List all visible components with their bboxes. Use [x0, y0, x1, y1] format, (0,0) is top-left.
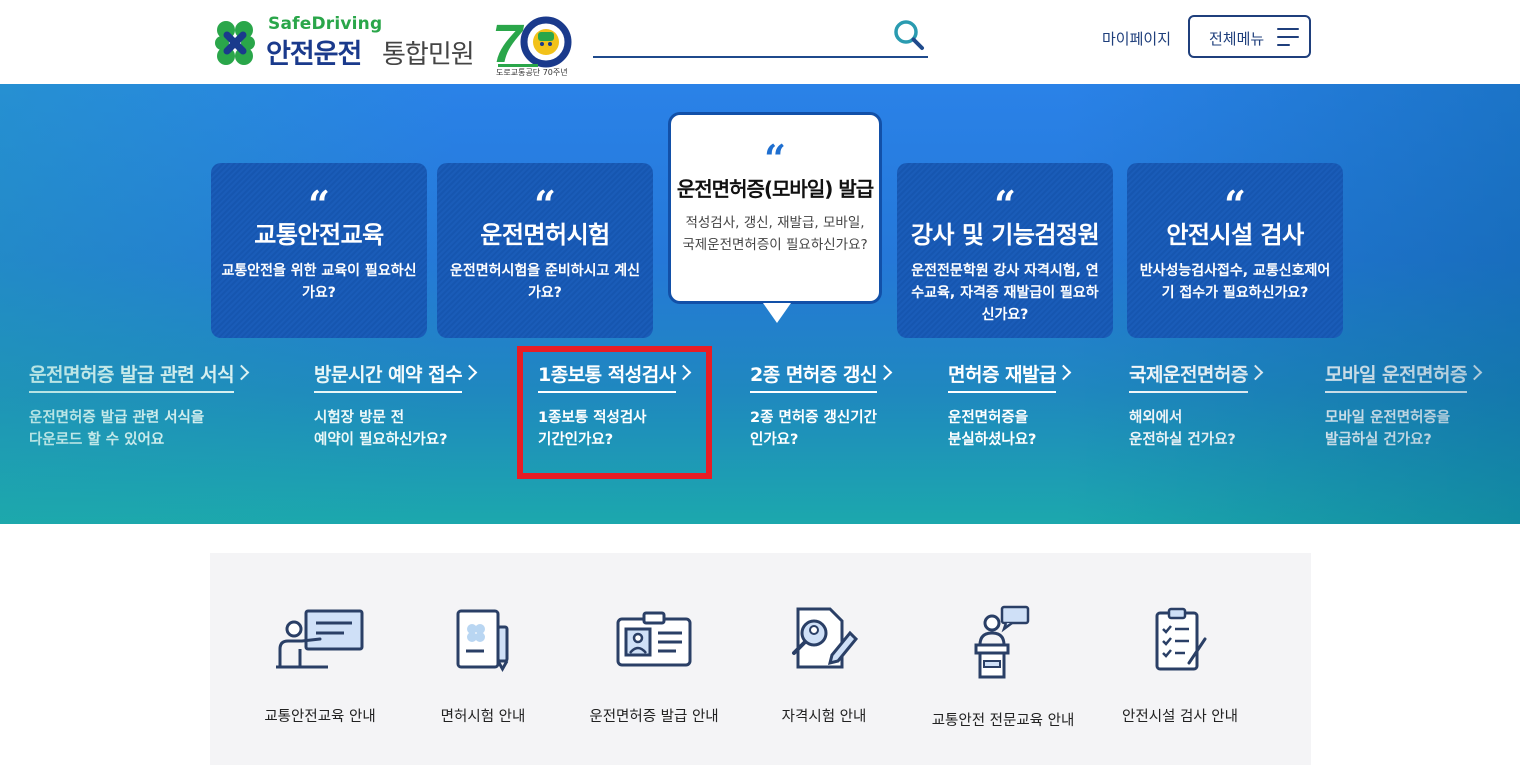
card-title: 교통안전교육: [254, 221, 384, 249]
logo-subtitle: SafeDriving: [268, 14, 383, 34]
chevron-right-icon: [1055, 364, 1072, 381]
service-guide-section: 교통안전교육 안내 면허시험 안내 운전면허증 발급 안내 자격시험 안내 교통…: [210, 553, 1311, 765]
chevron-right-icon: [233, 364, 250, 381]
link-desc-line1: 해외에서: [1129, 410, 1183, 426]
quote-icon: “: [994, 182, 1016, 227]
link-desc-line2: 인가요?: [750, 432, 799, 448]
service-label: 면허시험 안내: [440, 709, 526, 725]
site-header: SafeDriving 안전운전 통합민원 7 도로교통공단 70주년 마이페이…: [0, 0, 1520, 84]
all-menu-button[interactable]: 전체메뉴: [1188, 15, 1311, 58]
service-label: 교통안전 전문교육 안내: [931, 713, 1075, 729]
link-desc-line1: 1종보통 적성검사: [538, 410, 647, 426]
service-label: 안전시설 검사 안내: [1122, 709, 1238, 725]
quote-icon: “: [1224, 182, 1246, 227]
link-desc-line2: 다운로드 할 수 있어요: [29, 432, 165, 448]
card-driver-license-exam[interactable]: “ 운전면허시험 운전면허시험을 준비하시고 계신가요?: [437, 163, 653, 338]
link-desc-line1: 모바일 운전면허증을: [1325, 410, 1451, 426]
link-desc-line1: 2종 면허증 갱신기간: [750, 410, 877, 426]
search-input[interactable]: [593, 20, 878, 50]
hero-section: “ 교통안전교육 교통안전을 위한 교육이 필요하신가요? “ 운전면허시험 운…: [0, 84, 1520, 524]
card-title: 운전면허증(모바일) 발급: [676, 177, 874, 201]
clipboard-checklist-icon: [1155, 607, 1207, 671]
service-license-issuance-guide[interactable]: 운전면허증 발급 안내: [564, 605, 744, 726]
site-logo[interactable]: SafeDriving 안전운전 통합민원 7 도로교통공단 70주년: [210, 12, 580, 78]
all-menu-label: 전체메뉴: [1209, 30, 1265, 48]
service-facility-inspection-guide[interactable]: 안전시설 검사 안내: [1090, 605, 1270, 726]
service-license-exam-guide[interactable]: 면허시험 안내: [393, 605, 573, 726]
link-desc-line2: 발급하실 건가요?: [1325, 432, 1432, 448]
service-label: 자격시험 안내: [781, 709, 867, 725]
quote-icon: “: [764, 136, 786, 181]
link-title: 2종 면허증 갱신: [750, 360, 877, 393]
link-mobile-license[interactable]: 모바일 운전면허증 모바일 운전면허증을 발급하실 건가요?: [1325, 360, 1483, 451]
link-class2-renewal[interactable]: 2종 면허증 갱신 2종 면허증 갱신기간 인가요?: [750, 360, 893, 451]
link-license-reissue[interactable]: 면허증 재발급 운전면허증을 분실하셨나요?: [948, 360, 1072, 451]
logo-title-2: 통합민원: [382, 40, 475, 70]
card-title: 안전시설 검사: [1166, 221, 1304, 249]
chevron-right-icon: [461, 364, 478, 381]
link-title: 1종보통 적성검사: [538, 360, 676, 393]
link-desc-line2: 분실하셨나요?: [948, 432, 1037, 448]
link-title: 방문시간 예약 접수: [314, 360, 463, 393]
service-label: 운전면허증 발급 안내: [589, 709, 719, 725]
card-traffic-safety-education[interactable]: “ 교통안전교육 교통안전을 위한 교육이 필요하신가요?: [211, 163, 427, 338]
link-title: 면허증 재발급: [948, 360, 1057, 393]
hamburger-icon: [1277, 27, 1299, 47]
chevron-right-icon: [1466, 364, 1483, 381]
card-description: 교통안전을 위한 교육이 필요하신가요?: [221, 263, 417, 301]
search-bar[interactable]: [593, 14, 928, 58]
chevron-right-icon: [675, 364, 691, 381]
mypage-link[interactable]: 마이페이지: [1102, 28, 1171, 49]
card-description: 적성검사, 갱신, 재발급, 모바일, 국제운전면허증이 필요하신가요?: [682, 215, 868, 253]
card-safety-facility-inspection[interactable]: “ 안전시설 검사 반사성능검사접수, 교통신호제어기 접수가 필요하신가요?: [1127, 163, 1343, 338]
card-description: 운전면허시험을 준비하시고 계신가요?: [449, 263, 641, 301]
card-description: 운전전문학원 강사 자격시험, 연수교육, 자격증 재발급이 필요하신가요?: [911, 263, 1099, 323]
link-desc-line1: 운전면허증 발급 관련 서식을: [29, 410, 205, 426]
link-desc-line2: 예약이 필요하신가요?: [314, 432, 448, 448]
id-card-icon: [616, 611, 692, 667]
service-expert-education-guide[interactable]: 교통안전 전문교육 안내: [913, 605, 1093, 730]
link-class1-aptitude-test[interactable]: 1종보통 적성검사 1종보통 적성검사 기간인가요?: [538, 360, 691, 451]
service-traffic-education-guide[interactable]: 교통안전교육 안내: [230, 605, 410, 726]
lecturer-podium-icon: [974, 605, 1030, 679]
link-title: 운전면허증 발급 관련 서식: [29, 360, 235, 393]
search-icon[interactable]: [892, 18, 926, 52]
anniversary-caption: 도로교통공단 70주년: [496, 68, 568, 77]
document-pen-icon: [456, 609, 509, 673]
service-label: 교통안전교육 안내: [264, 709, 376, 725]
link-license-forms[interactable]: 운전면허증 발급 관련 서식 운전면허증 발급 관련 서식을 다운로드 할 수 …: [29, 360, 250, 451]
link-desc-line1: 운전면허증을: [948, 410, 1029, 426]
quote-icon: “: [308, 182, 330, 227]
link-desc-line2: 운전하실 건가요?: [1129, 432, 1236, 448]
card-license-issuance-featured[interactable]: “ 운전면허증(모바일) 발급 적성검사, 갱신, 재발급, 모바일, 국제운전…: [668, 112, 882, 323]
link-title: 국제운전면허증: [1129, 360, 1248, 393]
card-description: 반사성능검사접수, 교통신호제어기 접수가 필요하신가요?: [1139, 263, 1331, 301]
card-title: 운전면허시험: [480, 221, 610, 249]
service-qualification-exam-guide[interactable]: 자격시험 안내: [734, 605, 914, 726]
link-visit-reservation[interactable]: 방문시간 예약 접수 시험장 방문 전 예약이 필요하신가요?: [314, 360, 478, 451]
quote-icon: “: [534, 182, 556, 227]
chevron-right-icon: [1247, 364, 1264, 381]
logo-title: 안전운전: [266, 39, 362, 70]
teacher-board-icon: [276, 609, 364, 669]
clover-logo-icon: [215, 21, 255, 65]
card-instructor-examiner[interactable]: “ 강사 및 기능검정원 운전전문학원 강사 자격시험, 연수교육, 자격증 재…: [897, 163, 1113, 338]
link-desc-line1: 시험장 방문 전: [314, 410, 405, 426]
link-international-license[interactable]: 국제운전면허증 해외에서 운전하실 건가요?: [1129, 360, 1264, 451]
link-desc-line2: 기간인가요?: [538, 432, 614, 448]
card-title: 강사 및 기능검정원: [910, 221, 1100, 249]
search-document-icon: [792, 607, 859, 669]
link-title: 모바일 운전면허증: [1325, 360, 1467, 393]
chevron-right-icon: [876, 364, 893, 381]
